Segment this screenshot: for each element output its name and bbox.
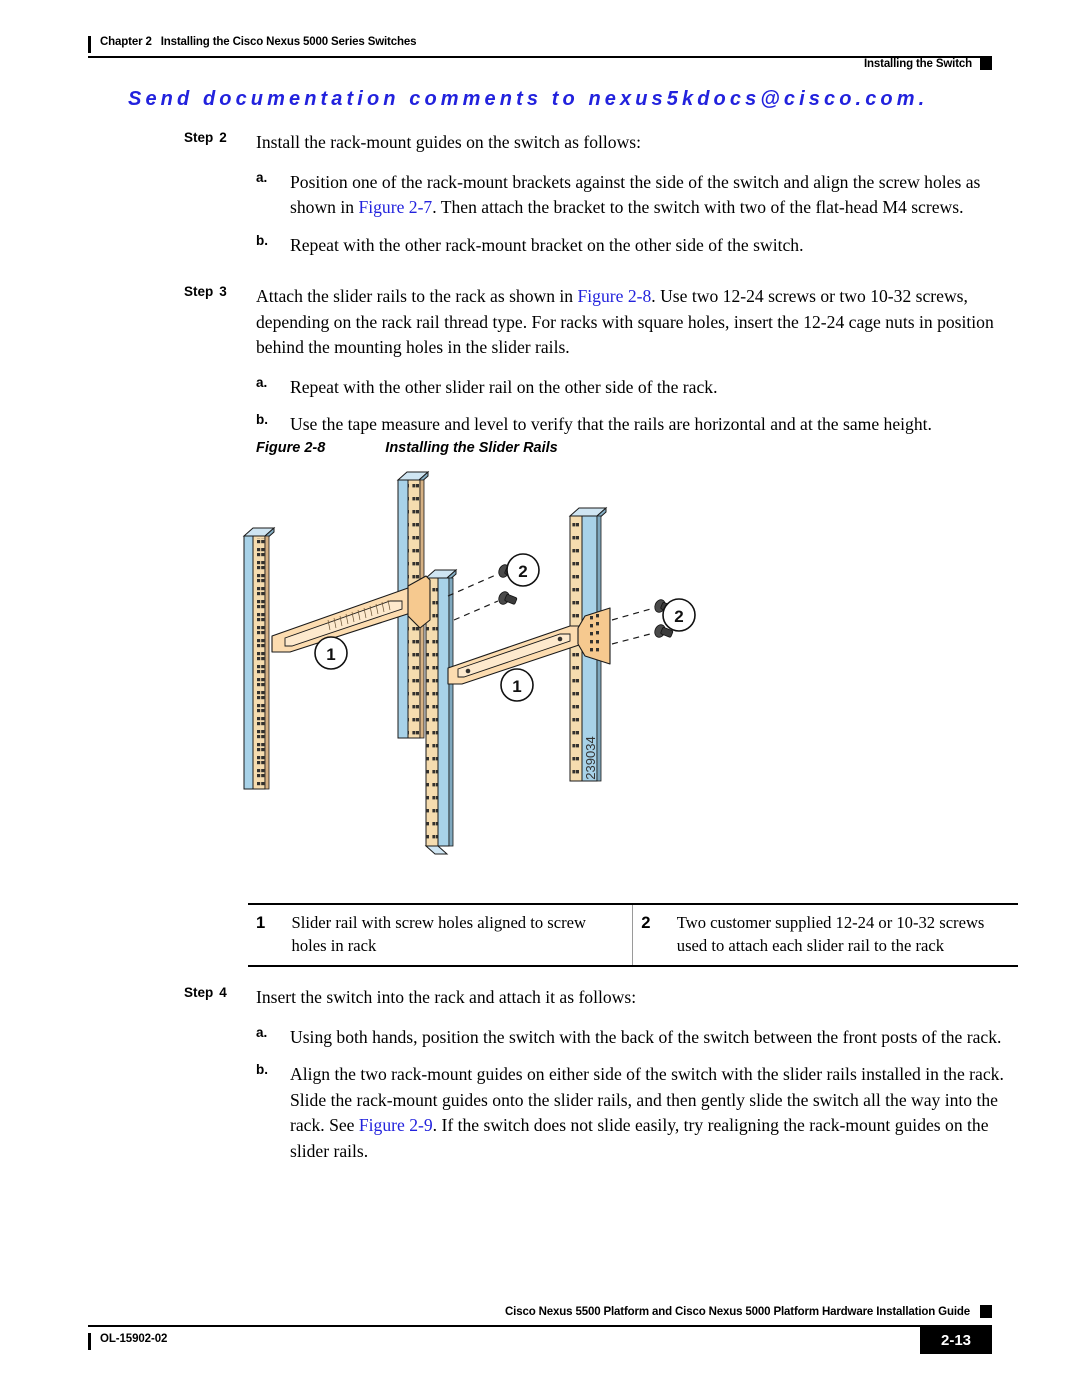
footer-rule	[88, 1325, 992, 1327]
svg-text:1: 1	[512, 677, 521, 696]
page-header: Chapter 2 Installing the Cisco Nexus 5000…	[0, 0, 1080, 78]
figure-art-id: 239034	[583, 736, 598, 779]
step-4-block: Step 4 Insert the switch into the rack an…	[0, 985, 1080, 1164]
svg-text:2: 2	[674, 607, 683, 626]
table-row: 1 Slider rail with screw holes aligned t…	[248, 905, 1018, 965]
callout-1-left: 1	[314, 636, 348, 670]
sub-text: Align the two rack-mount guides on eithe…	[290, 1064, 1004, 1161]
page-footer: Cisco Nexus 5500 Platform and Cisco Nexu…	[0, 1300, 1080, 1380]
sub-text: Use the tape measure and level to verify…	[290, 414, 932, 434]
header-rule	[88, 56, 992, 58]
callout-2-right: 2	[662, 598, 696, 632]
change-bar	[88, 1333, 91, 1350]
svg-text:1: 1	[326, 645, 335, 664]
header-marker-square	[980, 57, 992, 70]
rack-post-far-left	[242, 526, 276, 790]
page-content: Step 2 Install the rack-mount guides on t…	[0, 130, 1080, 438]
sub-text: Repeat with the other rack-mount bracket…	[290, 234, 804, 255]
sub-letter: a.	[256, 374, 268, 390]
sub-text: Using both hands, position the switch wi…	[290, 1026, 1002, 1047]
step-3-text: Attach the slider rails to the rack as s…	[256, 286, 994, 357]
footer-marker-square	[980, 1305, 992, 1318]
chapter-title: Installing the Cisco Nexus 5000 Series S…	[160, 36, 417, 48]
figure-caption: Figure 2-8 Installing the Slider Rails	[256, 440, 558, 456]
legend-text-2: Two customer supplied 12-24 or 10-32 scr…	[676, 913, 985, 955]
figure-title: Installing the Slider Rails	[385, 440, 558, 456]
sub-letter: b.	[256, 412, 268, 427]
sub-text: Position one of the rack-mount brackets …	[290, 171, 981, 218]
step-4-sub-a: a. Using both hands, position the switch…	[256, 1025, 1022, 1051]
step-2: Step 2 Install the rack-mount guides on t…	[0, 130, 1080, 156]
callout-1-right: 1	[500, 668, 534, 702]
sub-letter: b.	[256, 1062, 268, 1077]
step-4-text: Insert the switch into the rack and atta…	[256, 987, 637, 1007]
legend-text-1: Slider rail with screw holes aligned to …	[283, 905, 634, 965]
breadcrumb: Chapter 2 Installing the Cisco Nexus 5000…	[100, 36, 417, 48]
footer-doc-title: Cisco Nexus 5500 Platform and Cisco Nexu…	[505, 1306, 970, 1318]
step-4-label: Step 4	[184, 985, 227, 1000]
step-3: Step 3 Attach the slider rails to the rac…	[0, 284, 1080, 361]
step-3-label: Step 3	[184, 284, 227, 299]
step-4-sub-b: b. Align the two rack-mount guides on ei…	[256, 1062, 1022, 1164]
sub-letter: a.	[256, 169, 268, 185]
step-2-sub-a: a. Position one of the rack-mount bracke…	[256, 170, 1022, 221]
footer-doc-id: OL-15902-02	[100, 1333, 168, 1345]
figure-2-8-link[interactable]: Figure 2-8	[578, 286, 652, 306]
figure-slider-rails-illustration: 1 2 1 2 239034	[230, 468, 730, 878]
header-section-title: Installing the Switch	[863, 58, 972, 70]
sub-text: Repeat with the other slider rail on the…	[290, 376, 718, 397]
figure-2-7-link[interactable]: Figure 2-7	[358, 197, 432, 217]
step-2-sub-b: b. Repeat with the other rack-mount brac…	[256, 233, 1022, 259]
legend-number-2: 2	[641, 913, 651, 932]
screw-icon	[498, 591, 518, 605]
step-3-sub-a: a. Repeat with the other slider rail on …	[256, 375, 1022, 401]
page-number-badge: 2-13	[920, 1326, 992, 1354]
step-4: Step 4 Insert the switch into the rack an…	[0, 985, 1080, 1011]
step-2-label: Step 2	[184, 130, 227, 145]
callout-2-left: 2	[506, 553, 540, 587]
step-2-text: Install the rack-mount guides on the swi…	[256, 132, 642, 152]
figure-label: Figure 2-8	[256, 440, 326, 456]
chapter-label: Chapter 2	[100, 36, 152, 48]
sub-letter: a.	[256, 1024, 268, 1040]
figure-legend-table: 1 Slider rail with screw holes aligned t…	[248, 903, 1018, 967]
figure-2-9-link[interactable]: Figure 2-9	[359, 1115, 433, 1135]
legend-number-1: 1	[256, 913, 266, 932]
step-3-sub-b: b. Use the tape measure and level to ver…	[256, 412, 1022, 438]
svg-text:2: 2	[518, 562, 527, 581]
change-bar	[88, 36, 91, 53]
sub-letter: b.	[256, 232, 268, 248]
documentation-comments-banner: Send documentation comments to nexus5kdo…	[128, 88, 929, 110]
